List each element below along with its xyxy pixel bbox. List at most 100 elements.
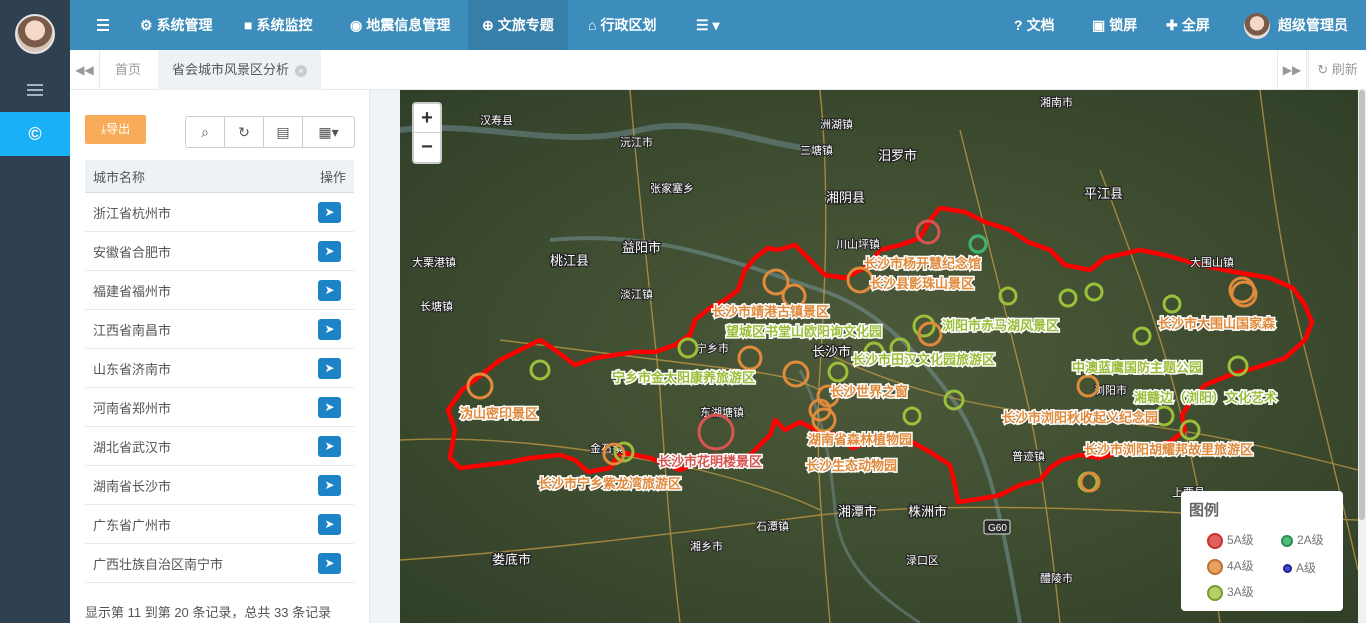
nav-item-culture-tourism[interactable]: ⊕ 文旅专题 bbox=[468, 0, 568, 50]
nav-item-system-monitor[interactable]: ■ 系统监控 bbox=[244, 0, 312, 50]
nav-item-system-manage[interactable]: ⚙ 系统管理 bbox=[140, 0, 213, 50]
send-icon[interactable]: ➤ bbox=[318, 240, 341, 262]
place-label: 湘乡市 bbox=[690, 539, 723, 553]
nav-item-fullscreen[interactable]: ✚ 全屏 bbox=[1166, 0, 1210, 50]
city-table: 城市名称 操作 浙江省杭州市 ➤ 安徽省合肥市 ➤ 福建省福州市 ➤ 江西省南昌市 ➤ … bbox=[85, 160, 354, 583]
table-row: 广东省广州市 ➤ bbox=[85, 505, 354, 544]
nav-item-docs[interactable]: ? 文档 bbox=[1014, 0, 1055, 50]
scenic-label: 长沙生态动物园 bbox=[806, 458, 897, 473]
globe-icon: ⊕ bbox=[482, 17, 494, 33]
place-label: 湘阴县 bbox=[826, 190, 865, 205]
scenic-label: 长沙市杨开慧纪念馆 bbox=[864, 256, 981, 271]
send-icon[interactable]: ➤ bbox=[318, 552, 341, 574]
send-icon[interactable]: ➤ bbox=[318, 201, 341, 223]
send-icon[interactable]: ➤ bbox=[318, 318, 341, 340]
sidebar-avatar[interactable] bbox=[15, 14, 55, 54]
tab-home[interactable]: 首页 bbox=[101, 50, 155, 90]
place-label: 川山坪镇 bbox=[836, 237, 880, 251]
table-row: 安徽省合肥市 ➤ bbox=[85, 232, 354, 271]
map-view[interactable]: 汉寿县 沅江市 三塘镇 汨罗市 湘阴县 平江县 益阳市 桃江县 宁乡市 长沙市 … bbox=[400, 90, 1358, 623]
table-row: 广西壮族自治区南宁市 ➤ bbox=[85, 544, 354, 583]
question-circle-icon: ? bbox=[1014, 17, 1023, 33]
scenic-label: 望城区书堂山欧阳询文化园 bbox=[726, 324, 882, 339]
table-row: 福建省福州市 ➤ bbox=[85, 271, 354, 310]
place-label: 娄底市 bbox=[492, 552, 531, 567]
place-label: 长塘镇 bbox=[420, 299, 453, 313]
send-icon[interactable]: ➤ bbox=[318, 279, 341, 301]
scenic-label: 长沙市花明楼景区 bbox=[658, 454, 762, 469]
user-menu[interactable]: 超级管理员 bbox=[1244, 0, 1348, 50]
sidebar-menu-icon[interactable] bbox=[27, 84, 43, 96]
table-header: 城市名称 操作 bbox=[85, 160, 354, 193]
table-row: 江西省南昌市 ➤ bbox=[85, 310, 354, 349]
zoom-control: + − bbox=[412, 102, 442, 164]
send-icon[interactable]: ➤ bbox=[318, 513, 341, 535]
gear-icon: ⚙ bbox=[140, 17, 153, 33]
place-label: 石潭镇 bbox=[756, 519, 789, 533]
list-icon: ☰ ▾ bbox=[696, 17, 720, 33]
nav-item-admin-division[interactable]: ⌂ 行政区划 bbox=[588, 0, 656, 50]
scenic-label: 长沙市大围山国家森 bbox=[1158, 316, 1276, 331]
send-icon[interactable]: ➤ bbox=[318, 357, 341, 379]
sidebar: © bbox=[0, 0, 70, 623]
zoom-out-button[interactable]: − bbox=[414, 133, 440, 162]
refresh-button[interactable]: ↻ 刷新 bbox=[1308, 50, 1366, 90]
page-scrollbar[interactable] bbox=[1358, 90, 1366, 623]
scrollbar-thumb[interactable] bbox=[1359, 90, 1365, 520]
place-label: 株洲市 bbox=[908, 504, 947, 519]
tabs-scroll-left-icon[interactable]: ◀◀ bbox=[70, 50, 100, 90]
refresh-icon[interactable]: ↻ bbox=[225, 117, 264, 147]
legend-item: 2A级 bbox=[1281, 531, 1324, 548]
place-label: 大栗港镇 bbox=[412, 255, 456, 269]
scenic-label: 长沙市浏阳胡耀邦故里旅游区 bbox=[1084, 442, 1253, 457]
table-row: 浙江省杭州市 ➤ bbox=[85, 193, 354, 232]
place-label: 醴陵市 bbox=[1040, 571, 1073, 585]
scenic-label: 长沙世界之窗 bbox=[830, 384, 908, 399]
close-icon[interactable]: × bbox=[295, 64, 308, 77]
legend-item: A级 bbox=[1283, 559, 1316, 576]
page-tabs-bar: ◀◀ 首页 省会城市风景区分析 × ▶▶ ↻ 刷新 bbox=[70, 50, 1366, 90]
highway-badge-label: G60 bbox=[988, 523, 1007, 534]
place-label: 平江县 bbox=[1084, 186, 1123, 201]
columns-dropdown-icon[interactable]: ▦▾ bbox=[303, 117, 354, 147]
legend-title: 图例 bbox=[1189, 502, 1220, 519]
scenic-label: 长沙市宁乡紫龙湾旅游区 bbox=[538, 476, 681, 491]
send-icon[interactable]: ➤ bbox=[318, 474, 341, 496]
legend-swatch bbox=[1207, 584, 1223, 601]
table-toolbar: ⌕ ↻ ▤ ▦▾ bbox=[185, 116, 355, 148]
bank-icon: ⌂ bbox=[588, 17, 597, 33]
legend-swatch bbox=[1207, 558, 1223, 575]
nav-item-earthquake-info[interactable]: ◉ 地震信息管理 bbox=[350, 0, 450, 50]
place-label: 汨罗市 bbox=[878, 148, 917, 163]
nav-item-lock[interactable]: ▣ 锁屏 bbox=[1092, 0, 1137, 50]
search-icon[interactable]: ⌕ bbox=[186, 117, 225, 147]
place-label: 桃江县 bbox=[550, 253, 589, 268]
navbar-toggle-icon[interactable] bbox=[97, 19, 109, 34]
table-row: 湖北省武汉市 ➤ bbox=[85, 427, 354, 466]
scenic-label: 浏阳市赤马湖风景区 bbox=[942, 318, 1059, 333]
map-legend: 图例 5A级 2A级 4A级 A级 3A级 bbox=[1181, 491, 1343, 611]
scenic-label: 长沙市靖港古镇景区 bbox=[712, 304, 829, 319]
tab-scenic-analysis[interactable]: 省会城市风景区分析 × bbox=[158, 50, 322, 90]
place-label: 沅江市 bbox=[620, 135, 653, 149]
place-label: 洲湖镇 bbox=[820, 117, 853, 131]
pagination-info: 显示第 11 到第 20 条记录，总共 33 条记录 bbox=[85, 605, 332, 620]
nav-more-dropdown[interactable]: ☰ ▾ bbox=[696, 0, 719, 50]
list-view-icon[interactable]: ▤ bbox=[264, 117, 303, 147]
legend-swatch bbox=[1283, 564, 1292, 574]
video-camera-icon: ■ bbox=[244, 17, 253, 33]
map-marker-icon: ◉ bbox=[350, 17, 363, 33]
legend-swatch bbox=[1207, 532, 1223, 549]
tabs-scroll-right-icon[interactable]: ▶▶ bbox=[1277, 50, 1307, 90]
zoom-in-button[interactable]: + bbox=[414, 104, 440, 133]
place-label: 淡江镇 bbox=[620, 287, 653, 301]
place-label: 三塘镇 bbox=[800, 143, 833, 157]
send-icon[interactable]: ➤ bbox=[318, 396, 341, 418]
legend-item: 5A级 bbox=[1207, 531, 1254, 549]
send-icon[interactable]: ➤ bbox=[318, 435, 341, 457]
export-button[interactable]: ⤓导出 bbox=[85, 115, 146, 144]
sidebar-item-copyright-icon[interactable]: © bbox=[0, 112, 70, 156]
place-label: 张家塞乡 bbox=[650, 181, 694, 195]
place-label: 长沙市 bbox=[812, 344, 851, 359]
table-row: 湖南省长沙市 ➤ bbox=[85, 466, 354, 505]
